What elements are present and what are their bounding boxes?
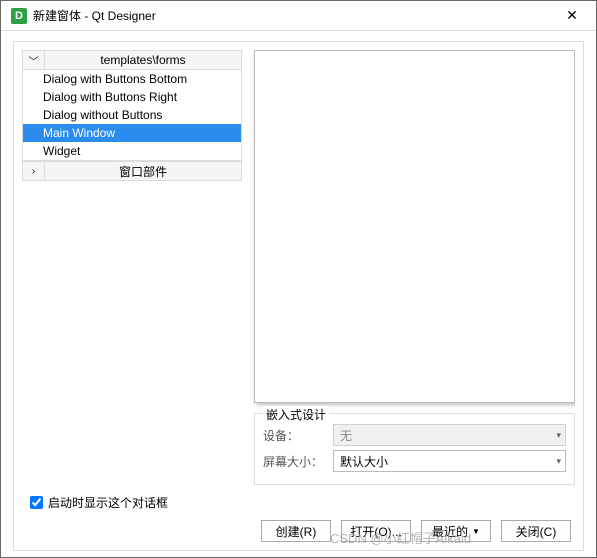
show-on-startup-label[interactable]: 启动时显示这个对话框: [48, 494, 168, 511]
device-combo: 无 ▾: [333, 424, 566, 446]
recent-label: 最近的: [432, 523, 468, 540]
tree-item[interactable]: Dialog with Buttons Right: [23, 88, 241, 106]
screensize-row: 屏幕大小： 默认大小 ▾: [263, 450, 566, 472]
tree-group-widgets[interactable]: › 窗口部件: [22, 161, 242, 181]
tree-item[interactable]: Widget: [23, 142, 241, 160]
app-icon: D: [11, 8, 27, 24]
content-area: ﹀ templates\forms Dialog with Buttons Bo…: [13, 41, 584, 551]
tree-item[interactable]: Dialog with Buttons Bottom: [23, 70, 241, 88]
form-preview: [254, 50, 575, 403]
chevron-down-icon: ▾: [556, 456, 561, 467]
group-legend: 嵌入式设计: [263, 406, 329, 423]
titlebar: D 新建窗体 - Qt Designer ✕: [1, 1, 596, 31]
main-row: ﹀ templates\forms Dialog with Buttons Bo…: [22, 50, 575, 485]
tree-items: Dialog with Buttons BottomDialog with Bu…: [22, 70, 242, 161]
device-row: 设备： 无 ▾: [263, 424, 566, 446]
right-column: 嵌入式设计 设备： 无 ▾ 屏幕大小： 默认大小 ▾: [254, 50, 575, 485]
show-on-startup-row[interactable]: 启动时显示这个对话框: [22, 485, 575, 516]
open-button[interactable]: 打开(O)...: [341, 520, 411, 542]
tree-item[interactable]: Dialog without Buttons: [23, 106, 241, 124]
device-label: 设备：: [263, 427, 323, 444]
screensize-value: 默认大小: [340, 453, 388, 470]
create-button[interactable]: 创建(R): [261, 520, 331, 542]
button-row: 创建(R) 打开(O)... 最近的 ▼ 关闭(C): [22, 516, 575, 542]
chevron-right-icon: ›: [23, 162, 45, 180]
chevron-down-icon: ﹀: [23, 51, 45, 69]
chevron-down-icon: ▾: [556, 430, 561, 441]
tree-group-templates[interactable]: ﹀ templates\forms: [22, 50, 242, 70]
recent-button[interactable]: 最近的 ▼: [421, 520, 491, 542]
window-title: 新建窗体 - Qt Designer: [33, 7, 552, 24]
tree-header-label: templates\forms: [45, 53, 241, 67]
screensize-combo[interactable]: 默认大小 ▾: [333, 450, 566, 472]
device-value: 无: [340, 427, 352, 444]
close-button[interactable]: 关闭(C): [501, 520, 571, 542]
chevron-down-icon: ▼: [472, 527, 480, 536]
tree-item[interactable]: Main Window: [23, 124, 241, 142]
tree-header-label: 窗口部件: [45, 163, 241, 180]
close-icon[interactable]: ✕: [552, 7, 592, 24]
template-tree[interactable]: ﹀ templates\forms Dialog with Buttons Bo…: [22, 50, 242, 485]
show-on-startup-checkbox[interactable]: [30, 496, 43, 509]
new-form-dialog: D 新建窗体 - Qt Designer ✕ ﹀ templates\forms…: [0, 0, 597, 558]
embedded-design-group: 嵌入式设计 设备： 无 ▾ 屏幕大小： 默认大小 ▾: [254, 413, 575, 485]
screensize-label: 屏幕大小：: [263, 453, 323, 470]
